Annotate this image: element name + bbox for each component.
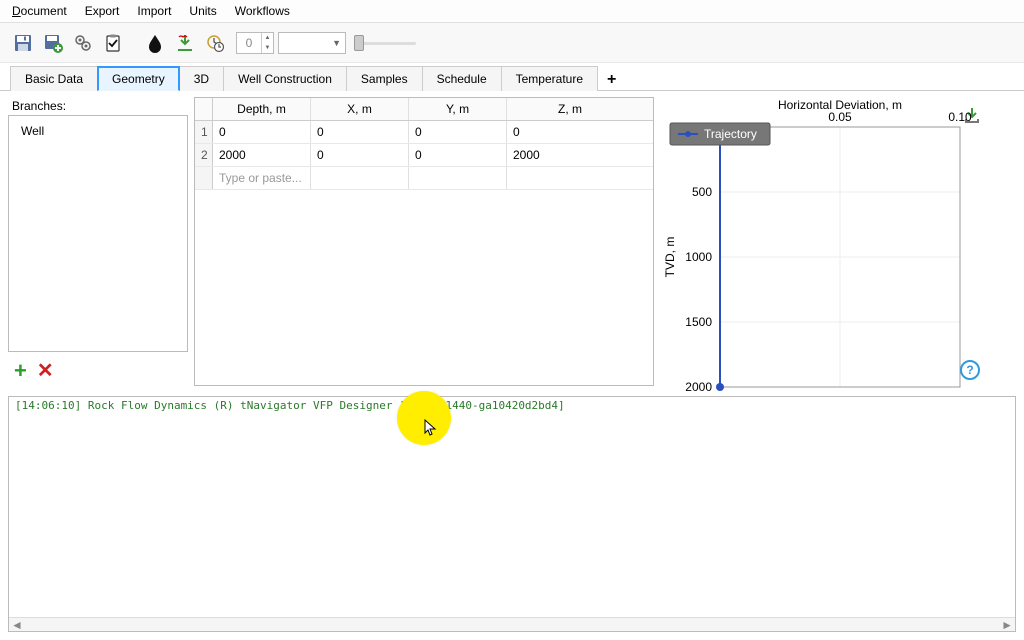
droplet-icon[interactable] xyxy=(142,30,168,56)
branches-list[interactable]: Well xyxy=(8,115,188,352)
import-data-icon[interactable] xyxy=(172,30,198,56)
spin-down-icon[interactable]: ▼ xyxy=(262,43,273,53)
cell-y[interactable]: 0 xyxy=(409,144,507,166)
tab-well-construction[interactable]: Well Construction xyxy=(223,66,347,91)
tab-schedule[interactable]: Schedule xyxy=(422,66,502,91)
gears-icon[interactable] xyxy=(70,30,96,56)
spin-up-icon[interactable]: ▲ xyxy=(262,33,273,43)
toolbar: 0 ▲ ▼ ▼ xyxy=(0,23,1024,63)
history-spinbox[interactable]: 0 ▲ ▼ xyxy=(236,32,274,54)
svg-text:1000: 1000 xyxy=(685,250,712,264)
tab-temperature[interactable]: Temperature xyxy=(501,66,598,91)
cell-y[interactable]: 0 xyxy=(409,121,507,143)
svg-text:500: 500 xyxy=(692,185,712,199)
menu-bar: Document Export Import Units Workflows xyxy=(0,0,1024,23)
menu-import[interactable]: Import xyxy=(137,4,171,18)
tab-samples[interactable]: Samples xyxy=(346,66,423,91)
col-z[interactable]: Z, m xyxy=(507,98,633,120)
tab-bar: Basic Data Geometry 3D Well Construction… xyxy=(0,63,1024,91)
menu-units[interactable]: Units xyxy=(189,4,216,18)
console-panel: [14:06:10] Rock Flow Dynamics (R) tNavig… xyxy=(8,396,1016,632)
svg-text:TVD, m: TVD, m xyxy=(663,237,677,278)
tab-geometry[interactable]: Geometry xyxy=(97,66,180,91)
cell-x[interactable]: 0 xyxy=(311,144,409,166)
compass-time-icon[interactable] xyxy=(202,30,228,56)
menu-export[interactable]: Export xyxy=(85,4,120,18)
col-x[interactable]: X, m xyxy=(311,98,409,120)
console-output[interactable]: [14:06:10] Rock Flow Dynamics (R) tNavig… xyxy=(9,397,1015,617)
log-line: [14:06:10] Rock Flow Dynamics (R) tNavig… xyxy=(15,399,565,412)
col-y[interactable]: Y, m xyxy=(409,98,507,120)
table-row[interactable]: 1 0 0 0 0 xyxy=(195,121,653,144)
branches-panel: Branches: Well + ✕ xyxy=(8,97,188,386)
svg-text:1500: 1500 xyxy=(685,315,712,329)
cell-depth[interactable]: 0 xyxy=(213,121,311,143)
slider-thumb[interactable] xyxy=(354,35,364,51)
clipboard-check-icon[interactable] xyxy=(100,30,126,56)
menu-document[interactable]: Document xyxy=(12,4,67,18)
svg-text:0.10: 0.10 xyxy=(948,110,972,124)
add-branch-button[interactable]: + xyxy=(14,358,27,384)
chart-panel: Horizontal Deviation, m0.050.10500100015… xyxy=(660,97,990,386)
table-row[interactable]: 2 2000 0 0 2000 xyxy=(195,144,653,167)
delete-branch-button[interactable]: ✕ xyxy=(37,358,54,384)
tab-3d[interactable]: 3D xyxy=(179,66,224,91)
trajectory-chart[interactable]: Horizontal Deviation, m0.050.10500100015… xyxy=(660,97,990,400)
help-icon[interactable]: ? xyxy=(960,360,980,380)
table-header: Depth, m X, m Y, m Z, m xyxy=(195,98,653,121)
toolbar-slider[interactable] xyxy=(356,33,416,53)
col-idx xyxy=(195,98,213,120)
main-area: Branches: Well + ✕ Depth, m X, m Y, m Z,… xyxy=(0,91,1024,392)
save-add-icon[interactable] xyxy=(40,30,66,56)
new-row-placeholder[interactable]: Type or paste... xyxy=(213,167,311,189)
toolbar-dropdown[interactable]: ▼ xyxy=(278,32,346,54)
cell-z[interactable]: 2000 xyxy=(507,144,633,166)
col-depth[interactable]: Depth, m xyxy=(213,98,311,120)
branches-label: Branches: xyxy=(8,97,188,115)
cell-x[interactable]: 0 xyxy=(311,121,409,143)
table-row-new[interactable]: Type or paste... xyxy=(195,167,653,190)
menu-workflows[interactable]: Workflows xyxy=(235,4,290,18)
branch-item[interactable]: Well xyxy=(21,122,175,140)
tab-basic-data[interactable]: Basic Data xyxy=(10,66,98,91)
spinbox-value: 0 xyxy=(237,36,261,50)
save-icon[interactable] xyxy=(10,30,36,56)
cell-depth[interactable]: 2000 xyxy=(213,144,311,166)
console-scrollbar[interactable]: ◄► xyxy=(9,617,1015,631)
svg-text:2000: 2000 xyxy=(685,380,712,394)
svg-text:Trajectory: Trajectory xyxy=(704,127,757,141)
add-tab-button[interactable]: + xyxy=(597,69,626,91)
trajectory-table: Depth, m X, m Y, m Z, m 1 0 0 0 0 2 2000… xyxy=(194,97,654,386)
svg-text:0.05: 0.05 xyxy=(828,110,852,124)
cell-z[interactable]: 0 xyxy=(507,121,633,143)
